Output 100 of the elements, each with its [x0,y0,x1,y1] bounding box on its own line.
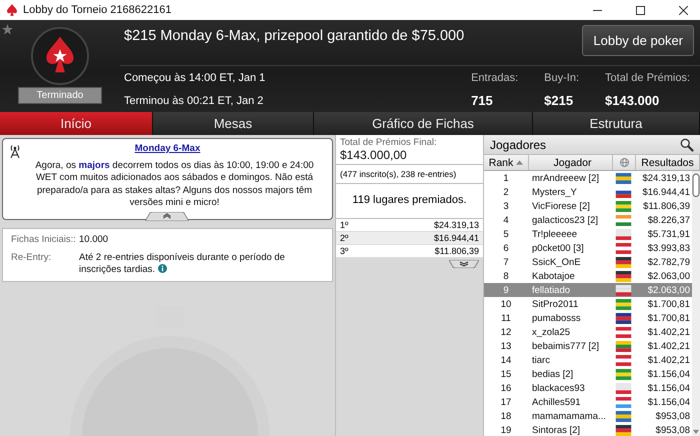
player-row[interactable]: 13 bebaimis777 [2] $1.402,21 [484,339,692,353]
flag-icon [614,340,632,352]
result-cell-text: $1.156,04 [646,368,691,380]
player-row[interactable]: 14 tiarc $1.402,21 [484,353,692,367]
player-name: mamamamama... [531,410,607,422]
expand-handle-icon[interactable] [449,260,479,268]
rank-cell-text: 12 [500,326,512,338]
antenna-icon [9,144,21,158]
tab[interactable]: Mesas [153,112,314,135]
tournament-title: $215 Monday 6-Max, prizepool garantido de $75.000 [124,28,464,44]
rank-cell-text: 5 [502,228,510,240]
player-name: SsicK_OnE [531,256,582,268]
rank-cell-text: 9 [502,284,510,296]
places-paid-text: 119 lugares premiados. [336,184,483,218]
flag-icon [614,256,632,268]
player-row[interactable]: 5 Tr!pleeeee $5.731,91 [484,227,692,241]
result-cell-text: $953,08 [654,424,691,436]
rank-cell-text: 14 [500,354,512,366]
player-name: pumabosss [531,312,582,324]
rank-cell-text: 4 [502,214,510,226]
result-cell-text: $1.156,04 [646,382,691,394]
flag-icon [614,326,632,338]
result-cell-text: $1.402,21 [646,340,691,352]
prize-amount: $16.944,41 [434,233,479,243]
flag-icon [614,284,632,296]
result-cell-text: $2.063,00 [646,270,691,282]
flag-icon [614,410,632,422]
result-cell-text: $1.402,21 [646,326,691,338]
player-row[interactable]: 4 galacticos23 [2] $8.226,37 [484,213,692,227]
player-row[interactable]: 1 mrAndreeew [2] $24.319,13 [484,171,692,185]
player-row[interactable]: 18 mamamamama... $953,08 [484,409,692,423]
prize-place: 3º [340,246,348,256]
tab[interactable]: Estrutura [533,112,700,135]
player-row[interactable]: 7 SsicK_OnE $2.782,79 [484,255,692,269]
stat-label: Entradas: [471,72,518,84]
info-icon[interactable] [158,264,168,274]
player-name: SitPro2011 [531,298,580,310]
player-row[interactable]: 8 Kabotajoe $2.063,00 [484,269,692,283]
scrollbar[interactable] [692,171,700,436]
favorite-star-icon[interactable] [2,24,13,35]
search-icon[interactable] [680,138,694,152]
column-header[interactable]: Resultados [636,155,700,170]
player-row[interactable]: 2 Mysters_Y $16.944,41 [484,185,692,199]
player-name: Achilles591 [531,396,582,408]
prize-total-value: $143.000,00 [340,148,408,162]
player-row[interactable]: 10 SitPro2011 $1.700,81 [484,297,692,311]
collapse-handle-icon[interactable] [143,212,191,222]
player-name: VicFiorese [2] [531,200,591,212]
detail-label: Re-Entry: [11,252,52,265]
player-name: blackaces93 [531,382,586,394]
result-cell-text: $1.402,21 [646,354,691,366]
prize-place: 1º [340,220,348,230]
result-cell-text: $1.700,81 [646,312,691,324]
player-row[interactable]: 17 Achilles591 $1.156,04 [484,395,692,409]
maximize-icon[interactable] [636,6,645,14]
flag-icon [614,214,632,226]
flag-icon [614,396,632,408]
player-name: p0cket00 [3] [531,242,585,254]
stat-value: $215 [544,93,574,108]
spade-logo-icon [31,27,89,85]
globe-icon[interactable] [620,158,628,167]
result-cell-text: $2.782,79 [646,256,691,268]
player-name: Mysters_Y [531,186,578,198]
close-icon[interactable] [679,6,688,14]
column-header[interactable]: Jogador [529,155,613,170]
flag-icon [614,228,632,240]
player-row[interactable]: 16 blackaces93 $1.156,04 [484,381,692,395]
result-cell-text: $5.731,91 [646,228,691,240]
news-title-link[interactable]: Monday 6-Max [134,143,200,154]
window-title: Lobby do Torneio 2168622161 [23,4,172,16]
rank-cell-text: 8 [502,270,510,282]
spade-icon [7,4,17,16]
player-row[interactable]: 12 x_zola25 $1.402,21 [484,325,692,339]
flag-icon [614,382,632,394]
tab[interactable]: Gráfico de Fichas [314,112,533,135]
result-cell-text: $24.319,13 [641,172,691,184]
player-row[interactable]: 15 bedias [2] $1.156,04 [484,367,692,381]
player-row[interactable]: 19 Sintoras [2] $953,08 [484,423,692,436]
player-row[interactable]: 11 pumabosss $1.700,81 [484,311,692,325]
result-cell-text: $2.063,00 [646,284,691,296]
column-header[interactable]: Rank [484,155,529,170]
lobby-button[interactable]: Lobby de poker [582,25,694,56]
prize-amount: $11.806,39 [434,246,479,256]
player-name: bedias [2] [531,368,574,380]
result-cell-text: $1.156,04 [646,396,691,408]
player-row[interactable]: 6 p0cket00 [3] $3.993,83 [484,241,692,255]
tab[interactable]: Início [0,112,153,135]
player-name: Kabotajoe [531,270,576,282]
flag-icon [614,312,632,324]
flag-icon [614,242,632,254]
rank-cell-text: 16 [500,382,512,394]
rank-cell-text: 11 [500,312,512,324]
player-row[interactable]: 3 VicFiorese [2] $11.806,39 [484,199,692,213]
flag-icon [614,200,632,212]
stat-value: 715 [471,93,493,108]
rank-cell-text: 1 [502,172,510,184]
flag-icon [614,270,632,282]
result-cell-text: $11.806,39 [642,200,691,212]
prize-total-label: Total de Prémios Final: [340,137,438,148]
stat-value: $143.000 [605,93,660,108]
